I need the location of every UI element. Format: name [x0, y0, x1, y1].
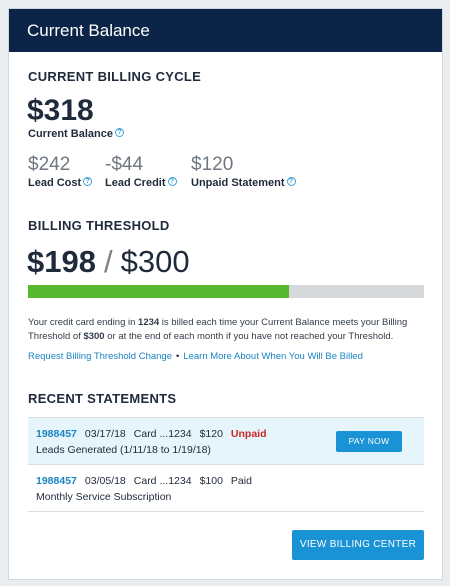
current-balance-card: Current Balance CURRENT BILLING CYCLE $3… [8, 8, 443, 580]
billing-threshold-title: BILLING THRESHOLD [28, 218, 170, 233]
threshold-current-amount: $198 [27, 244, 96, 279]
statement-date: 03/17/18 [84, 428, 126, 440]
threshold-progress-bar [28, 285, 424, 298]
statements-divider [28, 511, 424, 512]
threshold-limit-amount: $300 [120, 244, 190, 279]
statement-id-link[interactable]: 1988457 [36, 475, 77, 487]
statement-amount: $120 [199, 428, 223, 440]
threshold-progress-fill [28, 285, 290, 298]
statement-card: Card ...1234 [133, 428, 192, 440]
unpaid-statement-amount: $120 [191, 154, 234, 175]
billing-cycle-title: CURRENT BILLING CYCLE [28, 69, 202, 84]
statement-id-link[interactable]: 1988457 [36, 428, 77, 440]
question-circle-icon[interactable]: ? [83, 177, 93, 186]
description-text-1: Your credit card ending in [28, 317, 139, 328]
lead-cost-amount: $242 [28, 154, 71, 175]
lead-credit-label-text: Lead Credit [105, 177, 166, 189]
question-circle-icon[interactable]: ? [114, 128, 124, 137]
threshold-amounts: $198/$300 [27, 244, 190, 280]
threshold-links: Request Billing Threshold Change • Learn M… [28, 351, 363, 362]
statement-description: Leads Generated (1/11/18 to 1/19/18) [36, 444, 211, 456]
threshold-amount-inline: $300 [83, 331, 105, 342]
learn-more-billing-link[interactable]: Learn More About When You Will Be Billed [183, 351, 363, 362]
statement-summary: 1988457 03/17/18 Card ...1234 $120 Unpaid [36, 428, 267, 440]
view-billing-center-button[interactable]: VIEW BILLING CENTER [292, 530, 424, 560]
unpaid-statement-label: Unpaid Statement? [191, 177, 296, 189]
lead-credit-label: Lead Credit? [105, 177, 177, 189]
link-separator-dot: • [176, 351, 180, 362]
statement-summary: 1988457 03/05/18 Card ...1234 $100 Paid [36, 475, 252, 487]
lead-credit-amount: -$44 [105, 154, 144, 175]
question-circle-icon[interactable]: ? [286, 177, 296, 186]
lead-cost-label: Lead Cost? [28, 177, 93, 189]
request-threshold-change-link[interactable]: Request Billing Threshold Change [28, 351, 172, 362]
unpaid-statement-label-text: Unpaid Statement [191, 177, 285, 189]
question-circle-icon[interactable]: ? [167, 177, 177, 186]
statement-card: Card ...1234 [133, 475, 192, 487]
statement-status-unpaid: Unpaid [230, 428, 267, 440]
pay-now-button[interactable]: PAY NOW [336, 431, 402, 452]
statement-status-paid: Paid [230, 475, 252, 487]
recent-statements-title: RECENT STATEMENTS [28, 391, 177, 406]
statement-description: Monthly Service Subscription [36, 491, 172, 503]
lead-cost-label-text: Lead Cost [28, 177, 82, 189]
current-balance-label-text: Current Balance [28, 128, 113, 140]
statement-amount: $100 [199, 475, 223, 487]
current-balance-label: Current Balance? [28, 128, 124, 140]
card-title: Current Balance [27, 21, 150, 40]
current-balance-amount: $318 [27, 94, 94, 127]
card-last4: 1234 [138, 317, 160, 328]
card-header: Current Balance [9, 9, 442, 52]
statement-row[interactable]: 1988457 03/05/18 Card ...1234 $100 Paid Mont… [28, 464, 424, 511]
statement-row[interactable]: 1988457 03/17/18 Card ...1234 $120 Unpaid Le… [28, 417, 424, 464]
threshold-separator: / [103, 244, 113, 279]
threshold-description: Your credit card ending in 1234 is bille… [28, 316, 428, 344]
description-text-3: or at the end of each month if you have … [104, 331, 394, 342]
statement-date: 03/05/18 [84, 475, 126, 487]
